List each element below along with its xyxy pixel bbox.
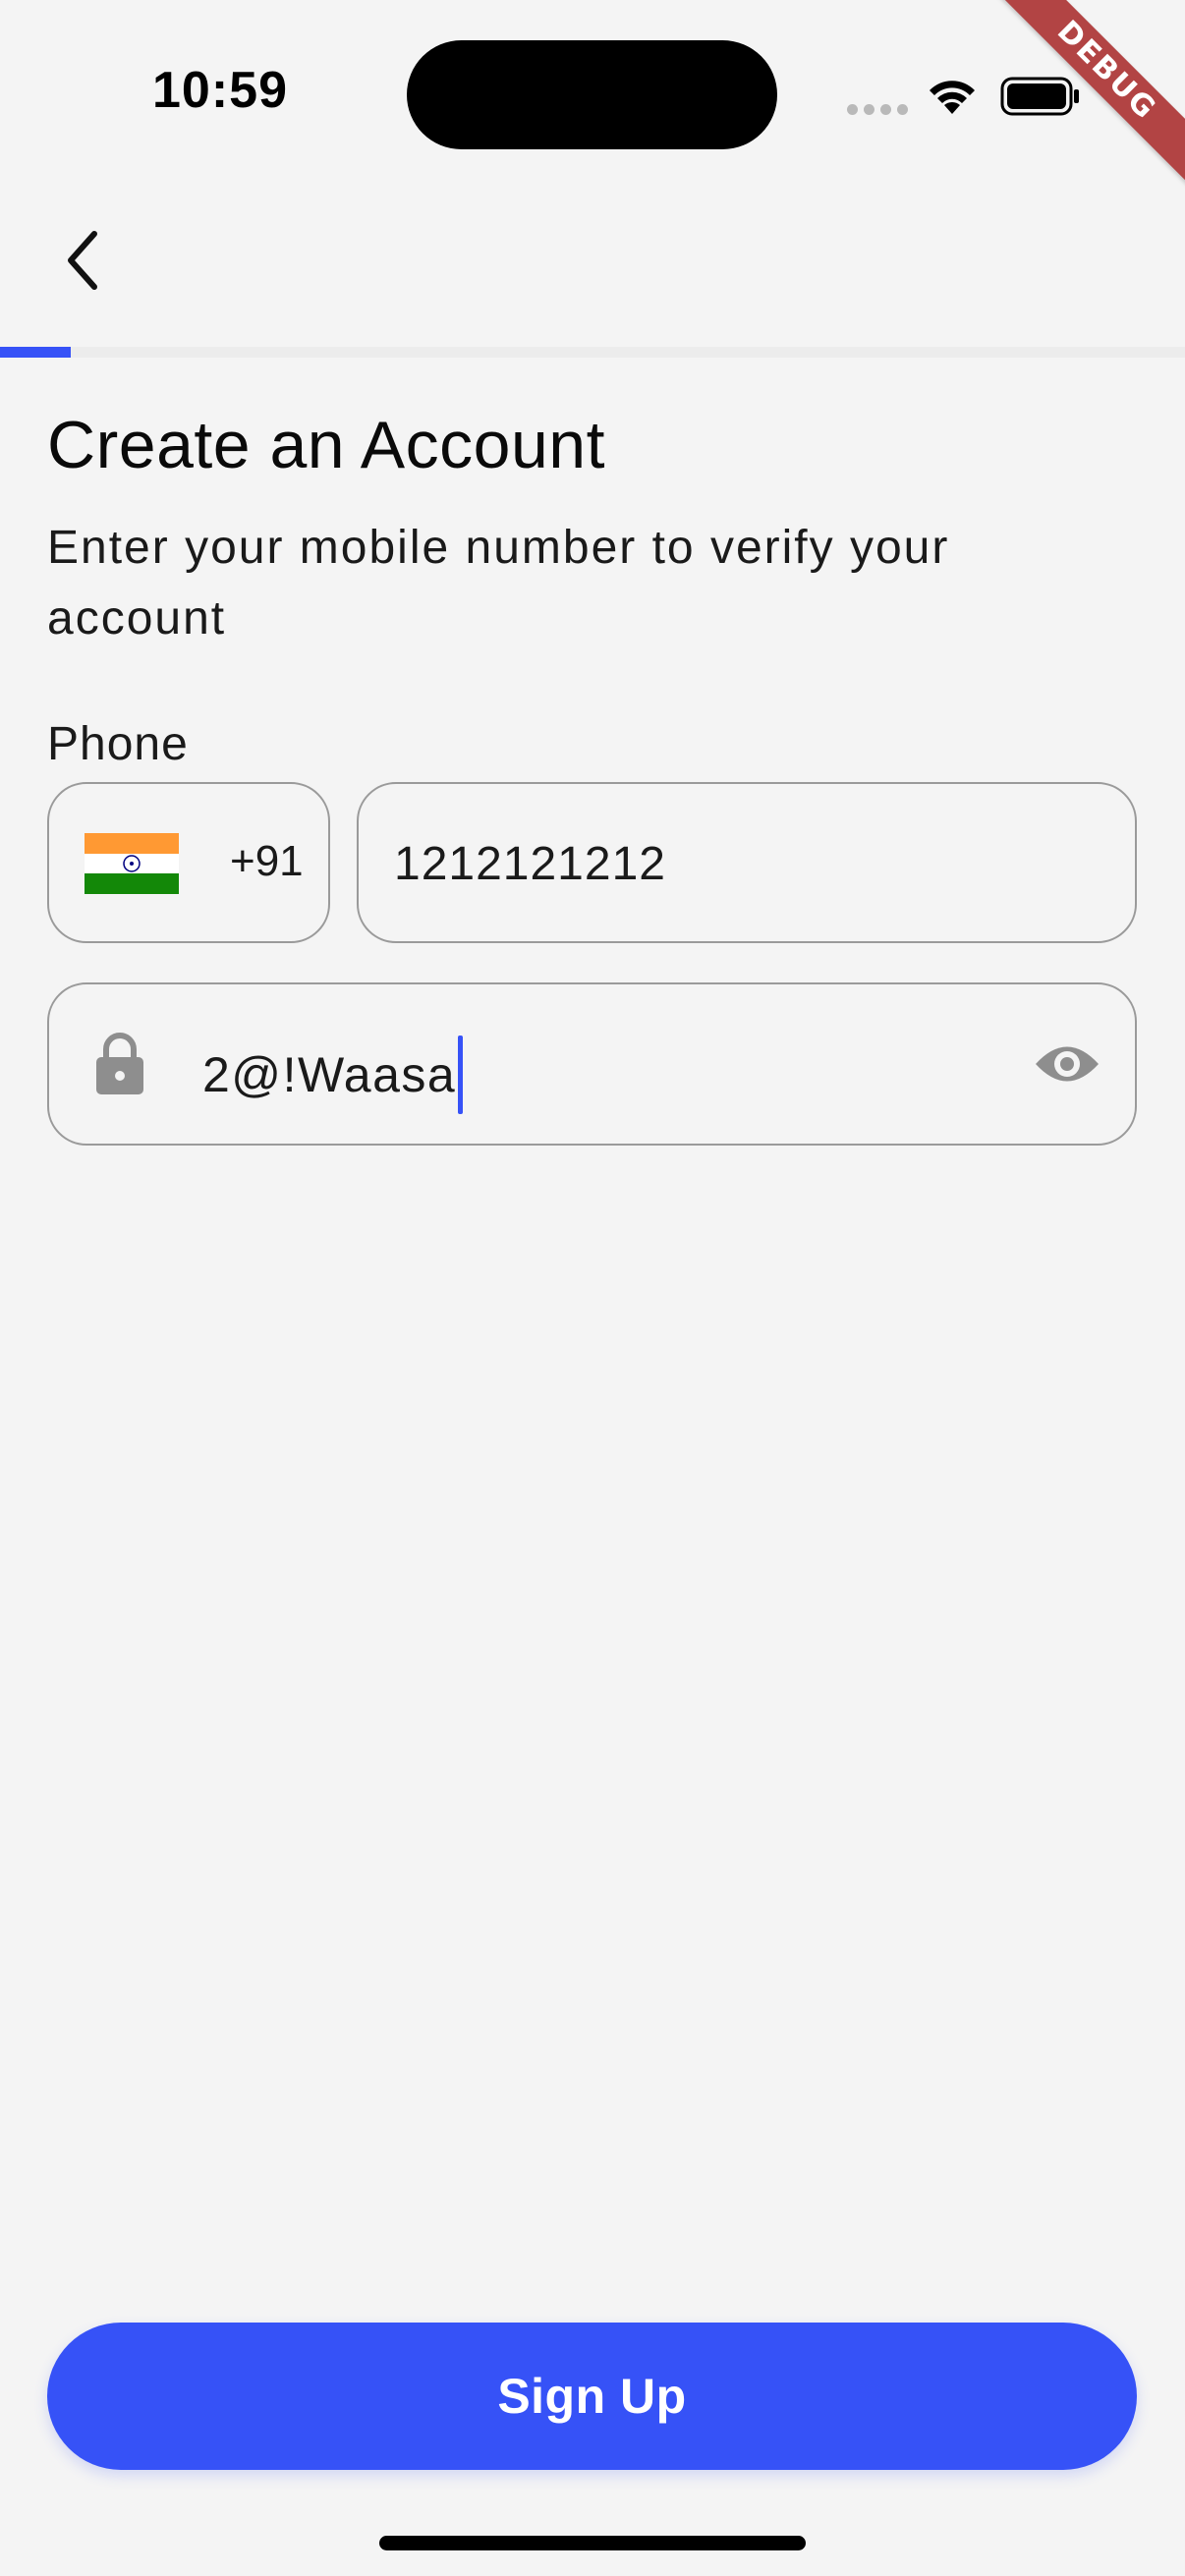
country-code-picker[interactable]: +91	[47, 782, 330, 943]
lock-icon	[96, 1033, 143, 1094]
battery-icon	[1000, 77, 1079, 116]
home-indicator	[379, 2536, 806, 2550]
progress-bar	[0, 347, 1185, 358]
status-time: 10:59	[152, 62, 288, 119]
phone-number-input[interactable]: 1212121212	[357, 782, 1137, 943]
chevron-left-icon	[68, 231, 97, 290]
india-flag-icon	[85, 833, 179, 894]
dial-code: +91	[230, 837, 304, 885]
password-input[interactable]: 2@!Waasa	[47, 982, 1137, 1146]
wifi-icon	[930, 81, 975, 114]
text-caret	[458, 1036, 464, 1114]
eye-icon[interactable]	[1034, 1037, 1100, 1091]
back-button[interactable]	[39, 216, 128, 305]
phone-number-value: 1212121212	[394, 838, 666, 890]
progress-fill	[0, 347, 72, 358]
dynamic-island	[407, 40, 777, 149]
password-text: 2@!Waasa	[202, 1047, 457, 1102]
sign-up-button[interactable]: Sign Up	[47, 2323, 1137, 2470]
page-title: Create an Account	[47, 408, 605, 482]
phone-label: Phone	[47, 718, 189, 770]
page-subtitle: Enter your mobile number to verify your …	[47, 522, 950, 644]
password-value: 2@!Waasa	[202, 1036, 464, 1114]
status-bar: 10:59	[0, 0, 1185, 187]
cellular-signal-icon	[847, 104, 908, 115]
